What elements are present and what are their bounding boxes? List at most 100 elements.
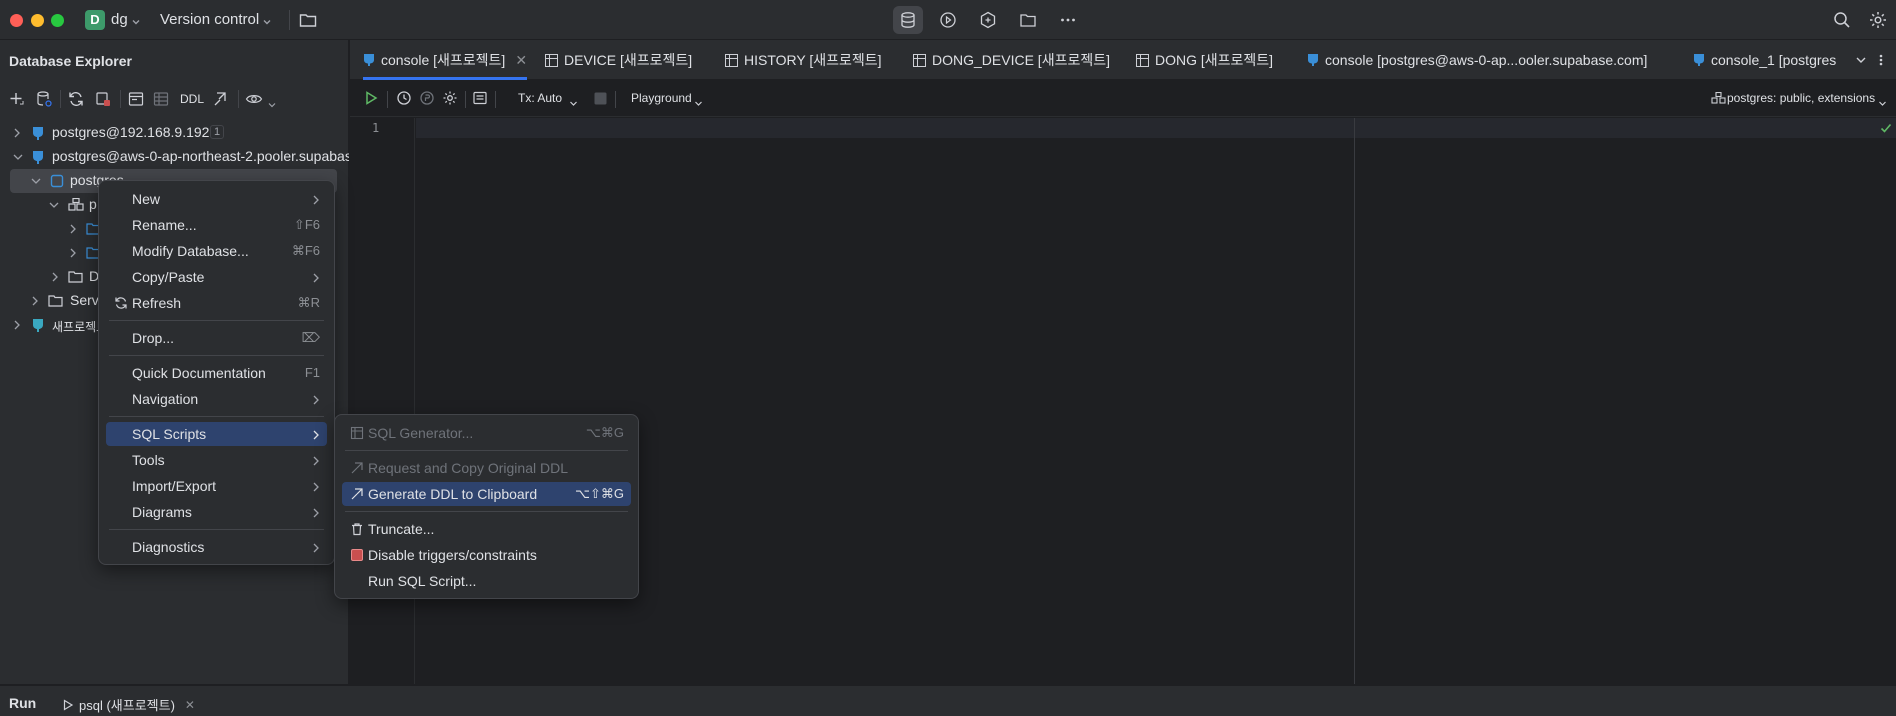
menu-separator xyxy=(109,355,324,356)
menu-item-tools[interactable]: Tools xyxy=(106,448,327,472)
menu-item-modify-database[interactable]: Modify Database... ⌘F6 xyxy=(106,239,327,263)
table-icon[interactable] xyxy=(152,90,170,111)
chevron-down-icon[interactable] xyxy=(12,150,24,167)
tree-item-label: p xyxy=(89,196,97,212)
run-tool-window-label[interactable]: Run xyxy=(9,695,36,711)
close-icon[interactable]: ✕ xyxy=(185,698,195,712)
add-icon[interactable] xyxy=(8,90,26,111)
menu-item-generate-ddl-clipboard[interactable]: Generate DDL to Clipboard ⌥⇧⌘G xyxy=(342,482,631,506)
menu-item-label: Modify Database... xyxy=(132,243,249,259)
settings-icon[interactable] xyxy=(1868,10,1888,33)
menu-item-quick-documentation[interactable]: Quick Documentation F1 xyxy=(106,361,327,385)
menu-item-label: Import/Export xyxy=(132,478,217,494)
sql-generator-icon xyxy=(350,426,364,443)
tree-item-datasource[interactable]: postgres@aws-0-ap-northeast-2.pooler.sup… xyxy=(0,145,349,169)
shortcut-label: ⌦ xyxy=(301,330,320,345)
menu-item-disable-triggers[interactable]: Disable triggers/constraints xyxy=(342,543,631,567)
refresh-icon[interactable] xyxy=(67,90,85,111)
menu-separator xyxy=(109,416,324,417)
more-icon[interactable] xyxy=(1053,6,1083,34)
menu-item-drop[interactable]: Drop... ⌦ xyxy=(106,326,327,350)
tab-device[interactable]: DEVICE [새프로젝트] xyxy=(545,40,692,80)
maximize-window-button[interactable] xyxy=(51,14,64,27)
tab-dong[interactable]: DONG [새프로젝트] xyxy=(1136,40,1273,80)
playground-dropdown[interactable]: Playground xyxy=(631,91,692,105)
project-badge[interactable]: D xyxy=(85,10,105,30)
view-options-icon[interactable] xyxy=(245,90,263,111)
chevron-right-icon[interactable] xyxy=(30,294,40,311)
console-icon[interactable] xyxy=(127,90,145,111)
chevron-down-icon[interactable] xyxy=(1855,53,1867,69)
tab-console-supabase[interactable]: console [postgres@aws-0-ap...ooler.supab… xyxy=(1307,40,1647,80)
history-icon[interactable] xyxy=(396,90,412,109)
menu-item-sql-generator: SQL Generator... ⌥⌘G xyxy=(342,421,631,445)
output-panel-icon[interactable] xyxy=(472,90,488,109)
services-icon[interactable] xyxy=(933,6,963,34)
schema-selector[interactable]: postgres: public, extensions xyxy=(1727,91,1875,105)
menu-item-import-export[interactable]: Import/Export xyxy=(106,474,327,498)
sql-editor[interactable]: 1 xyxy=(350,118,1896,684)
chevron-down-icon[interactable] xyxy=(694,95,703,111)
tree-item-datasource[interactable]: postgres@192.168.9.192 1 xyxy=(0,121,349,145)
execute-icon[interactable] xyxy=(363,90,379,109)
menu-item-run-sql-script[interactable]: Run SQL Script... xyxy=(342,569,631,593)
menu-item-label: Run SQL Script... xyxy=(368,573,477,589)
chevron-down-icon[interactable] xyxy=(262,14,272,30)
version-control-menu[interactable]: Version control xyxy=(160,11,259,28)
tab-history[interactable]: HISTORY [새프로젝트] xyxy=(725,40,882,80)
tab-console-1[interactable]: console_1 [postgres xyxy=(1693,40,1868,80)
data-source-properties-icon[interactable] xyxy=(35,90,53,111)
menu-item-copy-paste[interactable]: Copy/Paste xyxy=(106,265,327,289)
menu-item-sql-scripts[interactable]: SQL Scripts xyxy=(106,422,327,446)
run-tab[interactable]: psql (새프로젝트) ✕ xyxy=(62,695,195,714)
jump-to-source-icon[interactable] xyxy=(212,90,230,111)
menu-item-label: Refresh xyxy=(132,295,182,311)
chevron-down-icon[interactable] xyxy=(268,96,276,112)
chevron-right-icon[interactable] xyxy=(12,126,22,143)
stop-icon[interactable] xyxy=(594,92,607,108)
tab-label: console [새프로젝트] xyxy=(381,52,506,68)
chevron-down-icon[interactable] xyxy=(30,174,42,191)
chevron-right-icon[interactable] xyxy=(50,270,60,287)
chevron-down-icon[interactable] xyxy=(131,14,141,30)
search-icon[interactable] xyxy=(1832,10,1852,33)
chevron-down-icon[interactable] xyxy=(48,198,60,215)
tab-label: DONG_DEVICE [새프로젝트] xyxy=(932,52,1110,68)
menu-item-label: Drop... xyxy=(132,330,175,346)
transaction-mode-dropdown[interactable]: Tx: Auto xyxy=(518,91,562,105)
chevron-right-icon[interactable] xyxy=(12,318,22,335)
menu-item-refresh[interactable]: Refresh ⌘R xyxy=(106,291,327,315)
close-icon[interactable]: ✕ xyxy=(515,52,527,69)
menu-item-rename[interactable]: Rename... ⇧F6 xyxy=(106,213,327,237)
chevron-down-icon[interactable] xyxy=(569,95,578,111)
menu-item-truncate[interactable]: Truncate... xyxy=(342,517,631,541)
commit-icon[interactable] xyxy=(419,90,435,109)
settings-icon[interactable] xyxy=(442,90,458,109)
chevron-right-icon[interactable] xyxy=(68,246,78,263)
folder-icon[interactable] xyxy=(1013,6,1043,34)
chevron-right-icon[interactable] xyxy=(68,222,78,239)
menu-item-diagrams[interactable]: Diagrams xyxy=(106,500,327,524)
project-name[interactable]: dg xyxy=(111,11,128,28)
folder-icon[interactable] xyxy=(298,10,318,33)
tab-console[interactable]: console [새프로젝트] ✕ xyxy=(363,40,528,80)
menu-item-label: Generate DDL to Clipboard xyxy=(368,486,538,502)
menu-item-new[interactable]: New xyxy=(106,187,327,211)
ddl-button[interactable]: DDL xyxy=(180,92,204,106)
schema-icon xyxy=(68,197,84,215)
editor-toolbar: Tx: Auto Playground postgres: public, ex… xyxy=(350,81,1896,117)
table-icon xyxy=(913,53,926,67)
minimize-window-button[interactable] xyxy=(31,14,44,27)
tab-label: DEVICE [새프로젝트] xyxy=(564,52,693,68)
tab-dong-device[interactable]: DONG_DEVICE [새프로젝트] xyxy=(913,40,1110,80)
disconnect-icon[interactable] xyxy=(94,90,112,111)
close-window-button[interactable] xyxy=(10,14,23,27)
shortcut-label: ⌥⌘G xyxy=(585,425,624,440)
menu-item-diagnostics[interactable]: Diagnostics xyxy=(106,535,327,559)
chevron-down-icon[interactable] xyxy=(1878,95,1887,111)
menu-item-navigation[interactable]: Navigation xyxy=(106,387,327,411)
plugin-icon[interactable] xyxy=(973,6,1003,34)
line-gutter: 1 xyxy=(350,118,415,684)
more-vertical-icon[interactable] xyxy=(1875,53,1887,70)
database-icon[interactable] xyxy=(893,6,923,34)
